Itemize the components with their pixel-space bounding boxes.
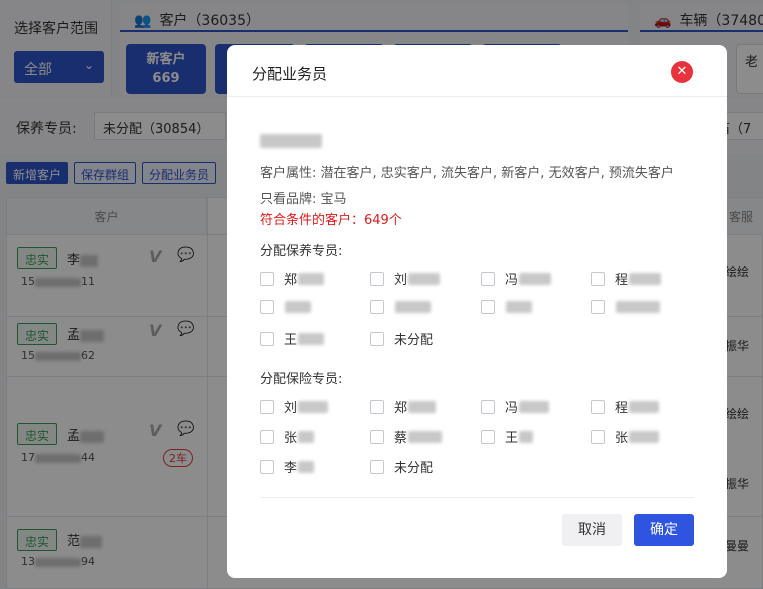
- checkbox[interactable]: [481, 399, 495, 414]
- maintenance-option[interactable]: 王: [260, 329, 325, 348]
- insurance-option[interactable]: 李: [260, 457, 315, 476]
- divider: [260, 497, 694, 498]
- checkbox[interactable]: [260, 331, 274, 346]
- maintenance-option-unassigned[interactable]: 未分配: [370, 329, 433, 348]
- checkbox[interactable]: [260, 271, 274, 286]
- checkbox[interactable]: [370, 399, 384, 414]
- checkbox[interactable]: [260, 299, 274, 314]
- insurance-option[interactable]: 张: [591, 427, 660, 446]
- checkbox[interactable]: [591, 271, 605, 286]
- checkbox[interactable]: [481, 299, 495, 314]
- close-icon[interactable]: ✕: [671, 61, 693, 83]
- maintenance-option[interactable]: 郑: [260, 269, 325, 288]
- maintenance-option[interactable]: [260, 299, 311, 317]
- maintenance-option[interactable]: 刘: [370, 269, 441, 288]
- customer-attributes: 客户属性: 潜在客户, 忠实客户, 流失客户, 新客户, 无效客户, 预流失客户: [260, 166, 674, 181]
- insurance-option-unassigned[interactable]: 未分配: [370, 457, 433, 476]
- maintenance-option[interactable]: [370, 299, 431, 317]
- checkbox[interactable]: [481, 429, 495, 444]
- cancel-button[interactable]: 取消: [562, 514, 622, 546]
- checkbox[interactable]: [370, 429, 384, 444]
- group-name-redacted: [260, 133, 322, 148]
- checkbox[interactable]: [591, 299, 605, 314]
- brand-filter: 只看品牌: 宝马: [260, 192, 347, 207]
- confirm-button[interactable]: 确定: [634, 514, 694, 546]
- insurance-option[interactable]: 冯: [481, 397, 550, 416]
- insurance-option[interactable]: 程: [591, 397, 660, 416]
- insurance-option[interactable]: 郑: [370, 397, 437, 416]
- checkbox[interactable]: [591, 399, 605, 414]
- insurance-option[interactable]: 王: [481, 427, 534, 446]
- insurance-section-title: 分配保险专员:: [260, 372, 343, 387]
- checkbox[interactable]: [370, 459, 384, 474]
- insurance-option[interactable]: 张: [260, 427, 315, 446]
- match-count: 符合条件的客户：649个: [260, 213, 402, 228]
- checkbox[interactable]: [370, 271, 384, 286]
- dialog-title: 分配业务员: [252, 65, 328, 83]
- checkbox[interactable]: [370, 331, 384, 346]
- maintenance-option[interactable]: [591, 299, 660, 317]
- maintenance-option[interactable]: 冯: [481, 269, 552, 288]
- maintenance-option[interactable]: 程: [591, 269, 662, 288]
- checkbox[interactable]: [260, 429, 274, 444]
- divider: [227, 96, 727, 97]
- insurance-option[interactable]: 蔡: [370, 427, 443, 446]
- assign-salesperson-dialog: 分配业务员 ✕ 客户属性: 潜在客户, 忠实客户, 流失客户, 新客户, 无效客…: [227, 45, 727, 578]
- checkbox[interactable]: [481, 271, 495, 286]
- checkbox[interactable]: [260, 459, 274, 474]
- maintenance-section-title: 分配保养专员:: [260, 244, 343, 259]
- checkbox[interactable]: [591, 429, 605, 444]
- checkbox[interactable]: [260, 399, 274, 414]
- insurance-option[interactable]: 刘: [260, 397, 329, 416]
- maintenance-option[interactable]: [481, 299, 532, 317]
- checkbox[interactable]: [370, 299, 384, 314]
